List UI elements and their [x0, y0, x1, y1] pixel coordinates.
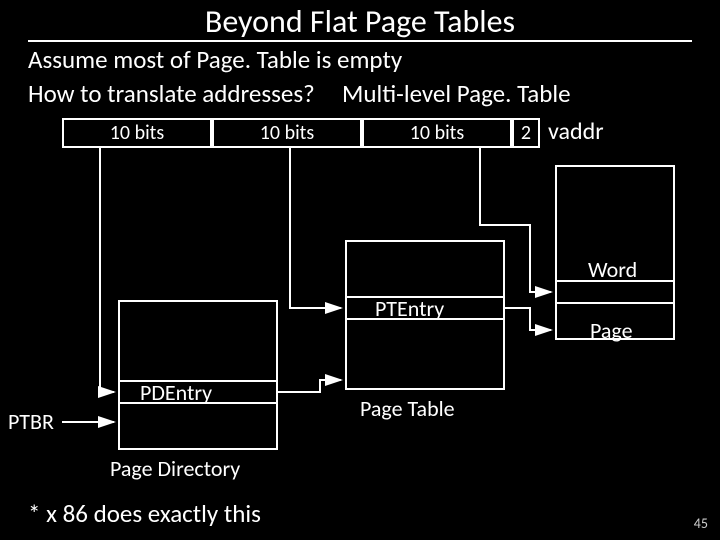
word-box: [555, 280, 675, 304]
footnote: * x 86 does exactly this: [28, 498, 261, 529]
vaddr-label: vaddr: [548, 117, 604, 146]
page-label: Page: [590, 317, 633, 344]
ptentry-label: PTEntry: [375, 295, 444, 322]
slide-number: 45: [694, 515, 708, 532]
page-directory-box: [118, 300, 278, 450]
vaddr-field-pdindex: 10 bits: [62, 118, 212, 148]
intro-line-1: Assume most of Page. Table is empty: [28, 44, 402, 75]
intro-line-2a: How to translate addresses?: [28, 78, 315, 109]
ptbr-label: PTBR: [8, 408, 54, 435]
vaddr-field-offset: 10 bits: [362, 118, 512, 148]
word-label: Word: [588, 256, 637, 283]
pdentry-label: PDEntry: [140, 379, 212, 406]
slide-title: Beyond Flat Page Tables: [0, 0, 720, 41]
vaddr-field-ptindex: 10 bits: [212, 118, 362, 148]
intro-line-2b: Multi-level Page. Table: [342, 78, 571, 109]
page-directory-label: Page Directory: [110, 455, 240, 482]
vaddr-field-low2: 2: [512, 118, 540, 148]
page-table-label: Page Table: [360, 395, 455, 422]
title-underline: [28, 40, 692, 42]
page-box: [555, 165, 675, 340]
